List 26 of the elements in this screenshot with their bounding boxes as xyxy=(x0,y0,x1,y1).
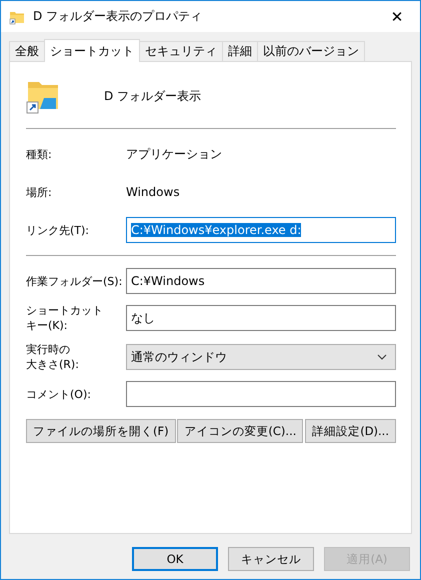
field-label: リンク先(T): xyxy=(26,222,90,238)
field-label: コメント(O): xyxy=(26,386,92,402)
chevron-down-icon xyxy=(377,354,387,360)
field-value: Windows xyxy=(126,185,181,199)
field-label: ショートカット キー(K): xyxy=(26,303,104,333)
dialog-button[interactable]: キャンセル xyxy=(228,547,314,571)
action-button[interactable]: ファイルの場所を開く(F) xyxy=(26,419,176,443)
dialog-button[interactable]: OK xyxy=(132,547,218,571)
input-field[interactable]: C:¥Windows¥explorer.exe d: xyxy=(126,217,396,243)
input-field[interactable]: C:¥Windows xyxy=(126,268,396,294)
input-field[interactable] xyxy=(126,381,396,407)
dropdown[interactable]: 通常のウィンドウ xyxy=(126,344,396,370)
close-button[interactable]: ✕ xyxy=(374,1,420,32)
input-field[interactable]: なし xyxy=(126,305,396,331)
action-button[interactable]: 詳細設定(D)... xyxy=(305,419,396,443)
field-label: 場所: xyxy=(26,184,53,200)
field-label: 実行時の 大きさ(R): xyxy=(26,342,80,372)
window-title: D フォルダー表示のプロパティ xyxy=(33,8,204,25)
tab[interactable]: ショートカット xyxy=(44,39,140,62)
action-button[interactable]: アイコンの変更(C)... xyxy=(177,419,304,443)
tab[interactable]: 以前のバージョン xyxy=(257,41,365,61)
shortcut-name: D フォルダー表示 xyxy=(104,88,202,104)
field-value: アプリケーション xyxy=(126,146,223,162)
tab[interactable]: 全般 xyxy=(9,41,45,61)
field-label: 種類: xyxy=(26,146,53,162)
field-label: 作業フォルダー(S): xyxy=(26,274,124,288)
